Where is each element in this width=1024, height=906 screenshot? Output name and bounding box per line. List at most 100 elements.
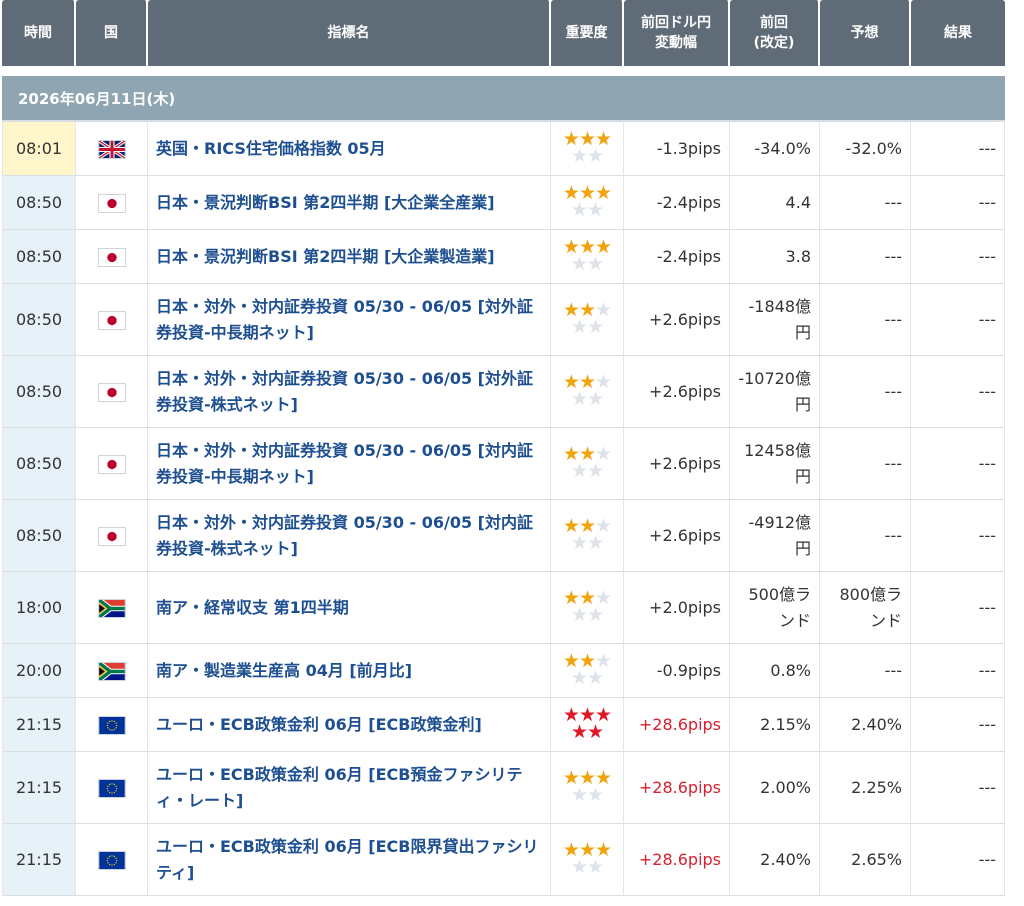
result-cell: --- xyxy=(911,500,1005,572)
table-row: 21:15 ユーロ・ECB政策金利 06月 [ECB預金ファシリティ・レート] ★★… xyxy=(2,752,1005,824)
forecast-cell: 2.25% xyxy=(820,752,911,824)
time-cell: 08:50 xyxy=(2,500,76,572)
country-cell xyxy=(76,428,148,500)
indicator-link[interactable]: 日本・対外・対内証券投資 05/30 - 06/05 [対外証券投資-株式ネット… xyxy=(156,369,533,414)
previous-cell: -1848億円 xyxy=(730,284,820,356)
star-empty-icon: ★ xyxy=(570,856,588,878)
indicator-link[interactable]: 日本・対外・対内証券投資 05/30 - 06/05 [対外証券投資-中長期ネッ… xyxy=(156,297,533,342)
indicator-cell: ユーロ・ECB政策金利 06月 [ECB限界貸出ファシリティ] xyxy=(148,824,551,896)
indicator-link[interactable]: 日本・対外・対内証券投資 05/30 - 06/05 [対内証券投資-株式ネット… xyxy=(156,513,533,558)
header-time: 時間 xyxy=(2,0,76,66)
star-empty-icon: ★ xyxy=(586,532,604,554)
indicator-link[interactable]: 南ア・経常収支 第1四半期 xyxy=(156,598,349,617)
star-empty-icon: ★ xyxy=(586,199,604,221)
time-cell: 21:15 xyxy=(2,752,76,824)
indicator-link[interactable]: 日本・景況判断BSI 第2四半期 [大企業製造業] xyxy=(156,247,495,266)
importance-stars: ★★★ ★★ xyxy=(563,589,612,626)
importance-stars: ★★★ ★★ xyxy=(563,445,612,482)
table-row: 08:50 日本・対外・対内証券投資 05/30 - 06/05 [対外証券投資-… xyxy=(2,356,1005,428)
importance-cell: ★★★ ★★ xyxy=(551,644,624,698)
south-africa-flag-icon xyxy=(97,660,125,683)
pips-cell: -2.4pips xyxy=(624,176,730,230)
star-empty-icon: ★ xyxy=(586,604,604,626)
country-cell xyxy=(76,122,148,176)
star-empty-icon: ★ xyxy=(586,667,604,689)
pips-cell: +2.6pips xyxy=(624,284,730,356)
result-cell: --- xyxy=(911,752,1005,824)
importance-cell: ★★★ ★★ xyxy=(551,176,624,230)
pips-cell: -2.4pips xyxy=(624,230,730,284)
previous-cell: 0.8% xyxy=(730,644,820,698)
result-cell: --- xyxy=(911,572,1005,644)
table-row: 08:50 日本・対外・対内証券投資 05/30 - 06/05 [対内証券投資-… xyxy=(2,428,1005,500)
indicator-cell: 英国・RICS住宅価格指数 05月 xyxy=(148,122,551,176)
country-cell xyxy=(76,824,148,896)
japan-flag-icon xyxy=(98,384,125,401)
indicator-link[interactable]: 日本・対外・対内証券投資 05/30 - 06/05 [対内証券投資-中長期ネッ… xyxy=(156,441,533,486)
indicator-link[interactable]: 日本・景況判断BSI 第2四半期 [大企業全産業] xyxy=(156,193,495,212)
indicator-link[interactable]: ユーロ・ECB政策金利 06月 [ECB預金ファシリティ・レート] xyxy=(156,765,522,810)
japan-flag-icon xyxy=(98,195,125,212)
header-forecast: 予想 xyxy=(820,0,911,66)
header-pips-line2: 変動幅 xyxy=(655,35,697,51)
indicator-link[interactable]: ユーロ・ECB政策金利 06月 [ECB政策金利] xyxy=(156,715,482,734)
table-header-row: 時間 国 指標名 重要度 前回ドル円 変動幅 前回 (改定) 予想 結果 xyxy=(2,0,1005,66)
forecast-cell: --- xyxy=(820,176,911,230)
star-empty-icon: ★ xyxy=(586,460,604,482)
star-empty-icon: ★ xyxy=(586,316,604,338)
star-empty-icon: ★ xyxy=(586,388,604,410)
time-cell: 08:50 xyxy=(2,356,76,428)
header-previous: 前回 (改定) xyxy=(730,0,820,66)
header-country: 国 xyxy=(76,0,148,66)
table-row: 08:50 日本・景況判断BSI 第2四半期 [大企業全産業] ★★★ ★★ -2.4p… xyxy=(2,176,1005,230)
table-row: 08:01 英国・RICS住宅価格指数 05月 ★★★ ★★ -1.3pips -34.0… xyxy=(2,122,1005,176)
result-cell: --- xyxy=(911,284,1005,356)
importance-stars: ★★★ ★★ xyxy=(563,301,612,338)
time-cell: 21:15 xyxy=(2,698,76,752)
importance-cell: ★★★ ★★ xyxy=(551,122,624,176)
star-filled-icon: ★ xyxy=(570,721,588,743)
forecast-cell: --- xyxy=(820,230,911,284)
forecast-cell: --- xyxy=(820,500,911,572)
importance-cell: ★★★ ★★ xyxy=(551,500,624,572)
star-empty-icon: ★ xyxy=(586,145,604,167)
japan-flag-icon xyxy=(98,249,125,266)
table-row: 08:50 日本・対外・対内証券投資 05/30 - 06/05 [対内証券投資-… xyxy=(2,500,1005,572)
country-cell xyxy=(76,644,148,698)
previous-cell: 2.15% xyxy=(730,698,820,752)
indicator-cell: 日本・対外・対内証券投資 05/30 - 06/05 [対外証券投資-株式ネット… xyxy=(148,356,551,428)
result-cell: --- xyxy=(911,644,1005,698)
table-row: 21:15 ユーロ・ECB政策金利 06月 [ECB限界貸出ファシリティ] ★★★ ★… xyxy=(2,824,1005,896)
indicator-link[interactable]: 英国・RICS住宅価格指数 05月 xyxy=(156,139,386,158)
previous-cell: 500億ランド xyxy=(730,572,820,644)
result-cell: --- xyxy=(911,356,1005,428)
indicator-link[interactable]: ユーロ・ECB政策金利 06月 [ECB限界貸出ファシリティ] xyxy=(156,837,538,882)
time-cell: 08:50 xyxy=(2,230,76,284)
pips-cell: +28.6pips xyxy=(624,752,730,824)
header-pips: 前回ドル円 変動幅 xyxy=(624,0,730,66)
country-cell xyxy=(76,752,148,824)
previous-cell: -10720億円 xyxy=(730,356,820,428)
importance-stars: ★★★ ★★ xyxy=(563,184,612,221)
star-empty-icon: ★ xyxy=(586,784,604,806)
result-cell: --- xyxy=(911,428,1005,500)
pips-cell: +28.6pips xyxy=(624,698,730,752)
japan-flag-icon xyxy=(98,312,125,329)
country-cell xyxy=(76,356,148,428)
uk-flag-icon xyxy=(97,139,126,160)
indicator-cell: 日本・対外・対内証券投資 05/30 - 06/05 [対内証券投資-株式ネット… xyxy=(148,500,551,572)
japan-flag-icon xyxy=(98,456,125,473)
importance-stars: ★★★ ★★ xyxy=(563,517,612,554)
star-empty-icon: ★ xyxy=(570,145,588,167)
star-filled-icon: ★ xyxy=(586,721,604,743)
importance-cell: ★★★ ★★ xyxy=(551,356,624,428)
indicator-link[interactable]: 南ア・製造業生産高 04月 [前月比] xyxy=(156,661,412,680)
importance-stars: ★★★ ★★ xyxy=(563,769,612,806)
previous-cell: 12458億円 xyxy=(730,428,820,500)
importance-cell: ★★★ ★★ xyxy=(551,698,624,752)
header-pips-line1: 前回ドル円 xyxy=(641,15,711,31)
economic-calendar-table: 時間 国 指標名 重要度 前回ドル円 変動幅 前回 (改定) 予想 結果 202… xyxy=(2,0,1005,896)
header-result: 結果 xyxy=(911,0,1005,66)
previous-cell: 2.00% xyxy=(730,752,820,824)
importance-stars: ★★★ ★★ xyxy=(563,841,612,878)
